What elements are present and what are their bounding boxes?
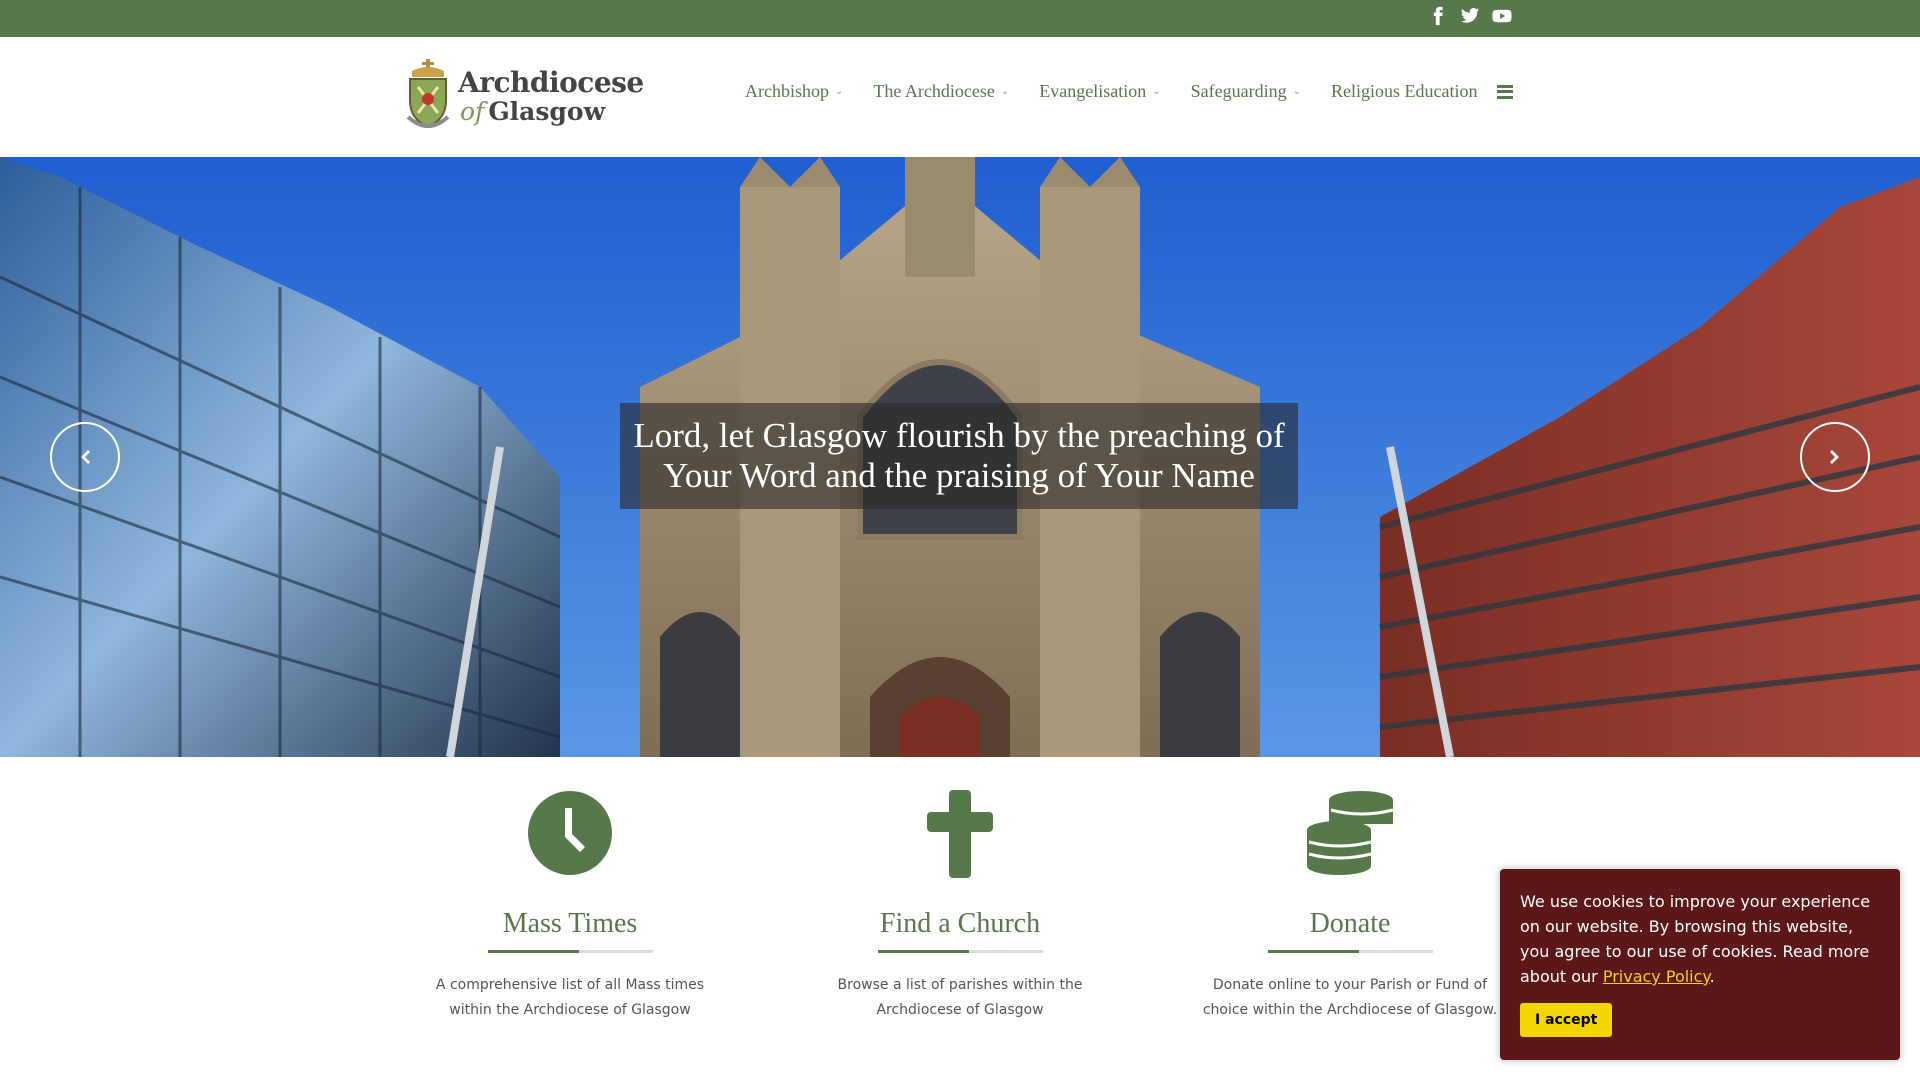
logo-city: Glasgow (488, 96, 606, 126)
nav-label: Safeguarding (1190, 81, 1287, 101)
feature-underline (877, 950, 1043, 953)
chevron-down-icon: ⌄ (1292, 86, 1301, 97)
coins-icon (1307, 791, 1394, 875)
feature-icon-wrap (795, 790, 1125, 885)
cookie-banner: We use cookies to improve your experienc… (1500, 869, 1900, 1060)
facebook-icon[interactable] (1428, 6, 1448, 26)
slider-next-button[interactable] (1800, 422, 1870, 492)
chevron-left-icon (81, 450, 90, 464)
accept-cookies-button[interactable]: I accept (1520, 1003, 1613, 1037)
feature-mass-times[interactable]: Mass Times A comprehensive list of all M… (405, 790, 735, 1023)
feature-title[interactable]: Find a Church (880, 908, 1040, 950)
hero-caption: Lord, let Glasgow flourish by the preach… (620, 403, 1298, 509)
nav-item-archbishop[interactable]: Archbishop ⌄ (745, 81, 843, 102)
social-links (1428, 6, 1512, 26)
top-bar (0, 0, 1920, 37)
feature-donate[interactable]: Donate Donate online to your Parish or F… (1185, 790, 1515, 1023)
site-header: Archdiocese of Glasgow Archbishop ⌄ The Ar… (0, 37, 1920, 157)
nav-item-safeguarding[interactable]: Safeguarding ⌄ (1191, 81, 1301, 102)
logo-subtitle: of Glasgow (458, 99, 644, 124)
logo-of: of (460, 96, 485, 126)
feature-icon-wrap (405, 790, 735, 885)
nav-label: Evangelisation (1039, 81, 1147, 101)
clock-icon (528, 791, 612, 875)
feature-title[interactable]: Donate (1310, 908, 1391, 950)
feature-icon-wrap (1185, 790, 1515, 885)
nav-item-evangelisation[interactable]: Evangelisation ⌄ (1039, 81, 1160, 102)
feature-title[interactable]: Mass Times (503, 908, 638, 950)
feature-description: A comprehensive list of all Mass times w… (435, 977, 705, 1018)
youtube-icon[interactable] (1492, 6, 1512, 26)
chevron-down-icon: ⌄ (1152, 86, 1161, 97)
feature-underline (1267, 950, 1433, 953)
feature-description: Browse a list of parishes within the Arc… (837, 977, 1083, 1018)
cookie-message: We use cookies to improve your experienc… (1520, 889, 1880, 989)
nav-item-the-archdiocese[interactable]: The Archdiocese ⌄ (873, 81, 1009, 102)
twitter-icon[interactable] (1460, 6, 1480, 26)
crest-icon (406, 59, 450, 129)
privacy-policy-link[interactable]: Privacy Policy (1603, 967, 1710, 986)
slider-prev-button[interactable] (50, 422, 120, 492)
hamburger-icon[interactable] (1497, 84, 1514, 99)
nav-label: Religious Education (1330, 81, 1478, 101)
chevron-right-icon (1830, 450, 1839, 464)
hero-slider: Lord, let Glasgow flourish by the preach… (0, 157, 1920, 757)
logo-title: Archdiocese (458, 65, 644, 99)
cookie-text-end: . (1709, 967, 1715, 986)
main-nav: Archbishop ⌄ The Archdiocese ⌄ Evangelisat… (745, 81, 1514, 102)
cross-icon (927, 790, 993, 878)
feature-find-a-church[interactable]: Find a Church Browse a list of parishes … (795, 790, 1125, 1023)
hero-caption-text: Lord, let Glasgow flourish by the preach… (633, 416, 1285, 495)
logo-text: Archdiocese of Glasgow (458, 65, 644, 124)
feature-description: Donate online to your Parish or Fund of … (1202, 977, 1498, 1018)
nav-label: The Archdiocese (873, 81, 995, 101)
nav-label: Archbishop (745, 81, 829, 101)
feature-underline (487, 950, 653, 953)
nav-item-religious-education[interactable]: Religious Education (1331, 81, 1477, 102)
chevron-down-icon: ⌄ (835, 86, 844, 97)
site-logo[interactable]: Archdiocese of Glasgow (404, 57, 644, 135)
chevron-down-icon: ⌄ (1000, 86, 1010, 97)
